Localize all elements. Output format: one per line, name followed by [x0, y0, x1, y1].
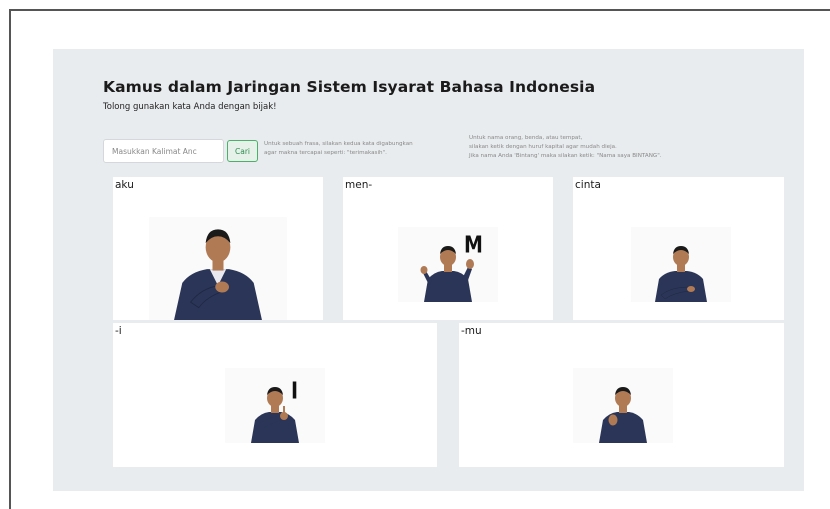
- page-title: Kamus dalam Jaringan Sistem Isyarat Baha…: [103, 78, 596, 96]
- phrase-hint-line: agar makna tercapai seperti: "terimakasi…: [264, 150, 387, 156]
- fingerspell-letter: M: [464, 232, 483, 259]
- signer-fingerspell-m-icon: [420, 246, 474, 302]
- phrase-hint-line: Untuk sebuah frasa, silakan kedua kata d…: [264, 141, 413, 147]
- signer-hands-crossed-icon: [655, 246, 707, 302]
- sign-card-aku[interactable]: aku: [113, 177, 323, 320]
- search-button[interactable]: Cari: [227, 140, 258, 162]
- signer-fingerspell-i-icon: [251, 387, 299, 443]
- fingerspell-letter: I: [291, 378, 299, 405]
- signer-image: [225, 368, 325, 443]
- signer-image: [573, 368, 673, 443]
- signer-image: [149, 217, 287, 320]
- sign-card-cinta[interactable]: cinta: [573, 177, 784, 320]
- sign-card-i[interactable]: -i I: [113, 323, 437, 467]
- sign-word-label: -mu: [461, 325, 482, 337]
- phrase-hint: Untuk sebuah frasa, silakan kedua kata d…: [264, 140, 413, 158]
- sign-word-label: aku: [115, 179, 134, 191]
- page-subtitle: Tolong gunakan kata Anda dengan bijak!: [103, 102, 277, 112]
- signer-open-palm-icon: [599, 387, 647, 443]
- sign-word-label: men-: [345, 179, 373, 191]
- sign-word-label: -i: [115, 325, 122, 337]
- names-hint-line: Jika nama Anda 'Bintang' maka silakan ke…: [469, 153, 662, 159]
- sign-word-label: cinta: [575, 179, 601, 191]
- signer-image: [631, 227, 731, 302]
- search-input[interactable]: [103, 139, 224, 163]
- sign-card-mu[interactable]: -mu: [459, 323, 784, 467]
- names-hint-line: silakan ketik dengan huruf kapital agar …: [469, 144, 617, 150]
- names-hint: Untuk nama orang, benda, atau tempat, si…: [469, 134, 662, 161]
- signer-hand-on-chest-icon: [174, 229, 262, 320]
- sign-card-men[interactable]: men- M: [343, 177, 553, 320]
- signer-image: [398, 227, 498, 302]
- names-hint-line: Untuk nama orang, benda, atau tempat,: [469, 135, 583, 141]
